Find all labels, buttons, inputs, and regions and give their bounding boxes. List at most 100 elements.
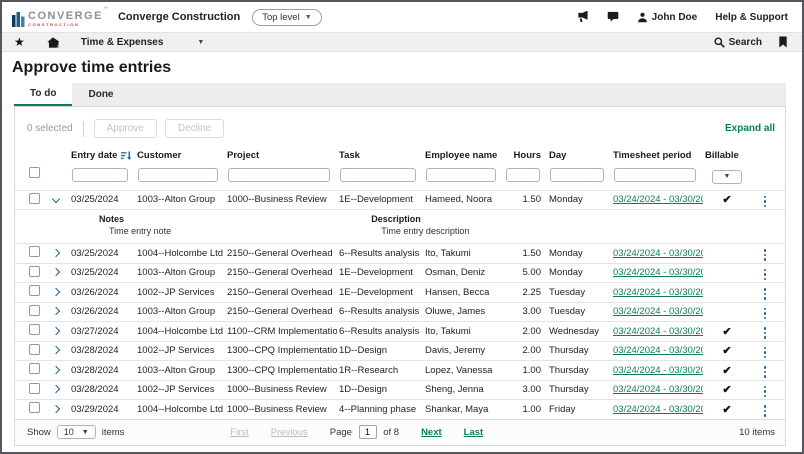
- page-number-input[interactable]: [359, 425, 377, 439]
- row-actions-menu[interactable]: [762, 247, 769, 263]
- expand-row-icon[interactable]: [52, 288, 60, 296]
- column-header-billable[interactable]: Billable: [703, 148, 751, 163]
- row-checkbox[interactable]: [29, 305, 40, 316]
- expand-row-icon[interactable]: [52, 405, 60, 413]
- row-checkbox[interactable]: [29, 324, 40, 335]
- row-checkbox[interactable]: [29, 383, 40, 394]
- decline-button[interactable]: Decline: [165, 119, 224, 138]
- expand-row-icon[interactable]: [52, 249, 60, 257]
- next-page-link[interactable]: Next: [421, 427, 442, 438]
- last-page-link[interactable]: Last: [464, 427, 484, 438]
- home-button[interactable]: [47, 37, 59, 48]
- column-header-day[interactable]: Day: [547, 148, 611, 163]
- favorites-star-icon[interactable]: ★: [14, 36, 25, 48]
- project-cell: 1300--CPQ Implementation: [225, 365, 337, 376]
- table-row: 03/26/20241003--Alton Group2150--General…: [15, 302, 785, 322]
- row-checkbox[interactable]: [29, 402, 40, 413]
- messages-button[interactable]: [607, 11, 619, 23]
- table-header-row: Entry date Customer Project Task Employe…: [15, 146, 785, 163]
- task-cell: 1E--Development: [337, 194, 423, 205]
- bookmark-button[interactable]: [778, 36, 788, 48]
- scope-selector[interactable]: Top level ▼: [252, 9, 321, 26]
- filter-task[interactable]: [340, 168, 416, 182]
- filter-project[interactable]: [228, 168, 330, 182]
- help-support-link[interactable]: Help & Support: [715, 12, 788, 23]
- timesheet-period-link[interactable]: 03/24/2024 - 03/30/2024: [613, 365, 703, 376]
- tab-to-do[interactable]: To do: [14, 82, 72, 106]
- expand-all-link[interactable]: Expand all: [725, 123, 775, 134]
- column-header-task[interactable]: Task: [337, 148, 423, 163]
- filter-hours[interactable]: [506, 168, 540, 182]
- employee-name-cell: Osman, Deniz: [423, 267, 503, 278]
- timesheet-period-link[interactable]: 03/24/2024 - 03/30/2024: [613, 404, 703, 415]
- task-cell: 1D--Design: [337, 384, 423, 395]
- column-header-hours[interactable]: Hours: [503, 148, 547, 163]
- row-checkbox[interactable]: [29, 266, 40, 277]
- expand-row-icon[interactable]: [52, 366, 60, 374]
- user-menu[interactable]: John Doe: [637, 12, 698, 23]
- filter-employee-name[interactable]: [426, 168, 496, 182]
- row-checkbox[interactable]: [29, 363, 40, 374]
- table-row: 03/28/20241002--JP Services1000--Busines…: [15, 380, 785, 400]
- row-actions-menu[interactable]: [762, 345, 769, 361]
- customer-cell: 1003--Alton Group: [135, 194, 225, 205]
- expand-row-icon[interactable]: [52, 307, 60, 315]
- page-size-select[interactable]: 10 ▼: [57, 425, 96, 439]
- previous-page-link[interactable]: Previous: [271, 427, 308, 438]
- items-label: items: [102, 427, 125, 438]
- row-actions-menu[interactable]: [762, 384, 769, 400]
- filter-entry-date[interactable]: [72, 168, 128, 182]
- table-row: 03/25/20241004--Holcombe Ltd2150--Genera…: [15, 243, 785, 263]
- task-cell: 6--Results analysis: [337, 326, 423, 337]
- select-all-checkbox[interactable]: [29, 167, 40, 178]
- row-checkbox[interactable]: [29, 246, 40, 257]
- logo-trademark: ™: [103, 6, 108, 12]
- table-row: 03/28/20241003--Alton Group1300--CPQ Imp…: [15, 360, 785, 380]
- entry-date-cell: 03/28/2024: [69, 345, 135, 356]
- column-header-entry-date[interactable]: Entry date: [69, 148, 135, 163]
- converge-logo: CONVERGE™ CONSTRUCTION: [12, 7, 108, 27]
- row-actions-menu[interactable]: [762, 325, 769, 341]
- row-actions-menu[interactable]: [762, 267, 769, 283]
- timesheet-period-link[interactable]: 03/24/2024 - 03/30/2024: [613, 194, 703, 205]
- tab-done[interactable]: Done: [72, 82, 129, 106]
- filter-day[interactable]: [550, 168, 604, 182]
- page-of-label: of 8: [383, 427, 399, 438]
- announcements-button[interactable]: [576, 11, 589, 23]
- filter-timesheet-period[interactable]: [614, 168, 696, 182]
- column-header-customer[interactable]: Customer: [135, 148, 225, 163]
- expand-row-icon[interactable]: [52, 385, 60, 393]
- row-actions-menu[interactable]: [762, 403, 769, 419]
- first-page-link[interactable]: First: [230, 427, 248, 438]
- filter-customer[interactable]: [138, 168, 218, 182]
- nav-menu-time-expenses[interactable]: Time & Expenses ▼: [81, 37, 205, 48]
- row-actions-menu[interactable]: [762, 306, 769, 322]
- row-checkbox[interactable]: [29, 193, 40, 204]
- row-actions-menu[interactable]: [762, 286, 769, 302]
- column-header-timesheet-period[interactable]: Timesheet period: [611, 148, 703, 163]
- row-checkbox[interactable]: [29, 285, 40, 296]
- timesheet-period-link[interactable]: 03/24/2024 - 03/30/2024: [613, 248, 703, 259]
- filter-billable-select[interactable]: ▼: [712, 170, 742, 184]
- column-header-project[interactable]: Project: [225, 148, 337, 163]
- approve-button[interactable]: Approve: [94, 119, 157, 138]
- expand-row-icon[interactable]: [52, 327, 60, 335]
- timesheet-period-link[interactable]: 03/24/2024 - 03/30/2024: [613, 267, 703, 278]
- timesheet-period-link[interactable]: 03/24/2024 - 03/30/2024: [613, 326, 703, 337]
- timesheet-period-link[interactable]: 03/24/2024 - 03/30/2024: [613, 345, 703, 356]
- row-actions-menu[interactable]: [762, 194, 769, 210]
- expand-row-icon[interactable]: [52, 346, 60, 354]
- timesheet-period-link[interactable]: 03/24/2024 - 03/30/2024: [613, 306, 703, 317]
- employee-name-cell: Hansen, Becca: [423, 287, 503, 298]
- expand-row-icon[interactable]: [52, 268, 60, 276]
- timesheet-period-link[interactable]: 03/24/2024 - 03/30/2024: [613, 384, 703, 395]
- collapse-row-icon[interactable]: [52, 195, 60, 203]
- company-name: Converge Construction: [118, 11, 240, 23]
- row-checkbox[interactable]: [29, 344, 40, 355]
- row-actions-menu[interactable]: [762, 364, 769, 380]
- column-header-employee-name[interactable]: Employee name: [423, 148, 503, 163]
- expanded-detail-row: NotesTime entry noteDescriptionTime entr…: [15, 209, 785, 243]
- hours-cell: 1.00: [503, 365, 547, 376]
- search-button[interactable]: Search: [714, 37, 762, 48]
- timesheet-period-link[interactable]: 03/24/2024 - 03/30/2024: [613, 287, 703, 298]
